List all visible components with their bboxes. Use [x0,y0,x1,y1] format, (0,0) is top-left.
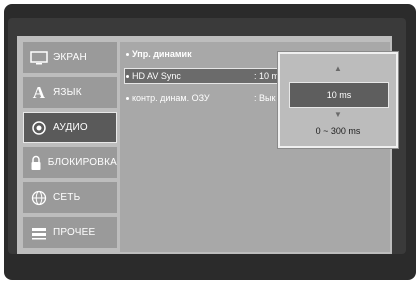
sidebar-item-label: ПРОЧЕЕ [53,227,96,238]
sidebar-item-display[interactable]: ЭКРАН [23,42,117,73]
sidebar-item-label: АУДИО [53,122,88,133]
tv-screen-icon [28,48,50,68]
menu-item-value: : 10 m [254,71,280,81]
lock-icon [28,153,45,173]
sidebar-item-label: БЛОКИРОВКА [47,157,117,168]
sidebar-item-language[interactable]: A ЯЗЫК [23,77,117,108]
value-adjust-popup: ▲ 10 ms ▼ 0 ~ 300 ms [278,52,398,148]
menu-item-label: Упр. динамик [132,49,192,59]
menu-item-label: HD AV Sync [132,71,181,81]
settings-sidebar: ЭКРАН A ЯЗЫК АУДИО БЛОКИРОВКА СЕТЬ ПРОЧЕ… [23,42,117,252]
sidebar-item-lock[interactable]: БЛОКИРОВКА [23,147,117,178]
value-range: 0 ~ 300 ms [315,126,361,136]
sidebar-item-network[interactable]: СЕТЬ [23,182,117,213]
sidebar-item-audio[interactable]: АУДИО [23,112,117,143]
bullet-icon [126,96,129,100]
audio-icon [28,118,50,138]
other-icon [28,223,50,243]
bullet-icon [126,52,129,56]
up-arrow-icon[interactable]: ▲ [280,64,396,73]
sync-value-field[interactable]: 10 ms [289,82,389,108]
sidebar-item-label: СЕТЬ [53,192,81,203]
down-arrow-icon[interactable]: ▼ [280,110,396,119]
network-icon [28,188,50,208]
menu-item-label: контр. динам. ОЗУ [132,93,210,103]
language-icon: A [32,82,46,102]
bullet-icon [126,74,129,78]
menu-item-value: : Вык [254,93,276,103]
sidebar-item-label: ЭКРАН [53,52,87,63]
sidebar-item-label: ЯЗЫК [53,87,82,98]
sidebar-item-other[interactable]: ПРОЧЕЕ [23,217,117,248]
